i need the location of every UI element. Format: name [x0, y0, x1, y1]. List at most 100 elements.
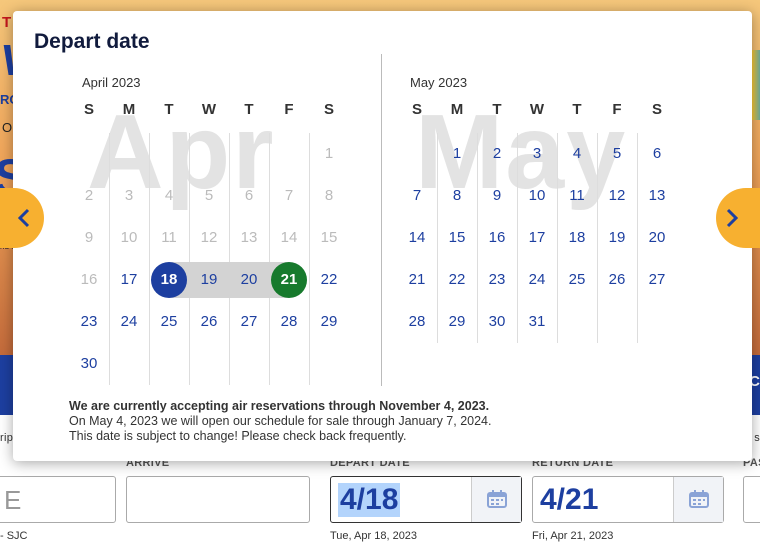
- hero-red-text: T: [2, 14, 12, 31]
- arrive-input[interactable]: [126, 476, 310, 523]
- day-cell[interactable]: 2: [477, 133, 517, 175]
- day-cell[interactable]: 25: [557, 259, 597, 301]
- passengers-input[interactable]: [743, 476, 760, 523]
- weekday-header: T: [164, 101, 174, 118]
- day-cell[interactable]: 20: [229, 259, 269, 301]
- day-cell[interactable]: 3: [517, 133, 557, 175]
- weekday-header: T: [572, 101, 582, 118]
- day-cell: 8: [324, 187, 334, 204]
- day-cell[interactable]: 27: [637, 259, 677, 301]
- day-cell[interactable]: 7: [397, 175, 437, 217]
- day-cell-depart[interactable]: 18: [149, 259, 189, 301]
- day-cell[interactable]: 24: [109, 301, 149, 343]
- chevron-right-icon: [726, 208, 738, 228]
- popup-title: Depart date: [34, 30, 150, 53]
- day-cell[interactable]: 23: [477, 259, 517, 301]
- day-cell: 14: [280, 229, 298, 246]
- weekday-header: T: [492, 101, 502, 118]
- depart-date-subtext: Tue, Apr 18, 2023: [330, 530, 418, 542]
- day-cell[interactable]: 31: [517, 301, 557, 343]
- day-cell[interactable]: 28: [269, 301, 309, 343]
- day-cell[interactable]: 25: [149, 301, 189, 343]
- schedule-notice: We are currently accepting air reservati…: [69, 399, 491, 444]
- chevron-left-icon: [18, 208, 30, 228]
- weekday-header: W: [529, 101, 545, 118]
- day-cell: 7: [284, 187, 294, 204]
- day-cell[interactable]: 21: [397, 259, 437, 301]
- day-cell[interactable]: 20: [637, 217, 677, 259]
- day-cell[interactable]: 19: [189, 259, 229, 301]
- trip-label-right: s: [754, 432, 760, 444]
- return-date-value: 4/21: [540, 483, 599, 516]
- day-cell[interactable]: 18: [557, 217, 597, 259]
- weekday-header: S: [83, 101, 94, 118]
- notice-line-1: On May 4, 2023 we will open our schedule…: [69, 414, 492, 428]
- day-cell[interactable]: 29: [309, 301, 349, 343]
- day-cell[interactable]: 10: [517, 175, 557, 217]
- weekday-header: F: [612, 101, 622, 118]
- day-cell[interactable]: 11: [557, 175, 597, 217]
- day-cell[interactable]: 16: [477, 217, 517, 259]
- weekday-header: W: [201, 101, 217, 118]
- notice-line-2: This date is subject to change! Please c…: [69, 429, 407, 443]
- day-cell[interactable]: 6: [637, 133, 677, 175]
- day-cell[interactable]: 17: [109, 259, 149, 301]
- day-cell: 9: [84, 229, 94, 246]
- day-cell: 6: [244, 187, 254, 204]
- day-cell: 15: [320, 229, 338, 246]
- weekday-header: T: [244, 101, 254, 118]
- day-cell[interactable]: 5: [597, 133, 637, 175]
- day-cell[interactable]: 22: [309, 259, 349, 301]
- return-date-subtext: Fri, Apr 21, 2023: [532, 530, 614, 542]
- day-cell[interactable]: 28: [397, 301, 437, 343]
- day-cell[interactable]: 14: [397, 217, 437, 259]
- day-cell[interactable]: 17: [517, 217, 557, 259]
- day-cell[interactable]: 29: [437, 301, 477, 343]
- return-calendar-button[interactable]: [673, 477, 723, 522]
- hero-body-text: O: [2, 120, 13, 135]
- day-cell: 12: [200, 229, 218, 246]
- day-cell[interactable]: 13: [637, 175, 677, 217]
- day-cell[interactable]: 19: [597, 217, 637, 259]
- popup-pointer: [419, 453, 435, 461]
- day-cell[interactable]: 26: [597, 259, 637, 301]
- day-cell: 1: [324, 145, 334, 162]
- day-cell[interactable]: 8: [437, 175, 477, 217]
- day-cell[interactable]: 4: [557, 133, 597, 175]
- day-cell: 13: [240, 229, 258, 246]
- month-divider: [381, 54, 382, 386]
- day-cell: 5: [204, 187, 214, 204]
- day-cell[interactable]: 26: [189, 301, 229, 343]
- day-cell[interactable]: 24: [517, 259, 557, 301]
- weekday-header: M: [122, 101, 136, 118]
- day-cell[interactable]: 30: [69, 343, 109, 385]
- calendar-icon: [487, 490, 507, 508]
- month-label: April 2023: [82, 75, 141, 90]
- return-date-input[interactable]: 4/21: [532, 476, 724, 523]
- day-cell[interactable]: 27: [229, 301, 269, 343]
- month-label: May 2023: [410, 75, 468, 90]
- day-cell: 11: [161, 229, 177, 246]
- day-cell[interactable]: 23: [69, 301, 109, 343]
- day-cell[interactable]: 30: [477, 301, 517, 343]
- trip-label: rip: [0, 432, 14, 444]
- day-cell[interactable]: 1: [437, 133, 477, 175]
- day-cell[interactable]: 15: [437, 217, 477, 259]
- depart-calendar-button[interactable]: [471, 477, 521, 522]
- weekday-header: S: [323, 101, 334, 118]
- day-cell: 4: [164, 187, 174, 204]
- calendar-icon: [689, 490, 709, 508]
- day-cell[interactable]: 9: [477, 175, 517, 217]
- weekday-header: F: [284, 101, 294, 118]
- depart-date-value: 4/18: [338, 483, 401, 517]
- day-cell: 10: [120, 229, 138, 246]
- depart-date-input[interactable]: 4/18: [330, 476, 522, 523]
- day-cell: 3: [124, 187, 134, 204]
- weekday-header: S: [651, 101, 662, 118]
- day-cell[interactable]: 22: [437, 259, 477, 301]
- date-picker-popup: Depart date Apr April 2023 S M T W T F S 1 2 3 4 5 6 7 8…: [13, 11, 752, 461]
- weekday-header: S: [411, 101, 422, 118]
- depart-from-input[interactable]: E: [0, 476, 116, 523]
- day-cell[interactable]: 12: [597, 175, 637, 217]
- day-cell-return[interactable]: 21: [269, 259, 309, 301]
